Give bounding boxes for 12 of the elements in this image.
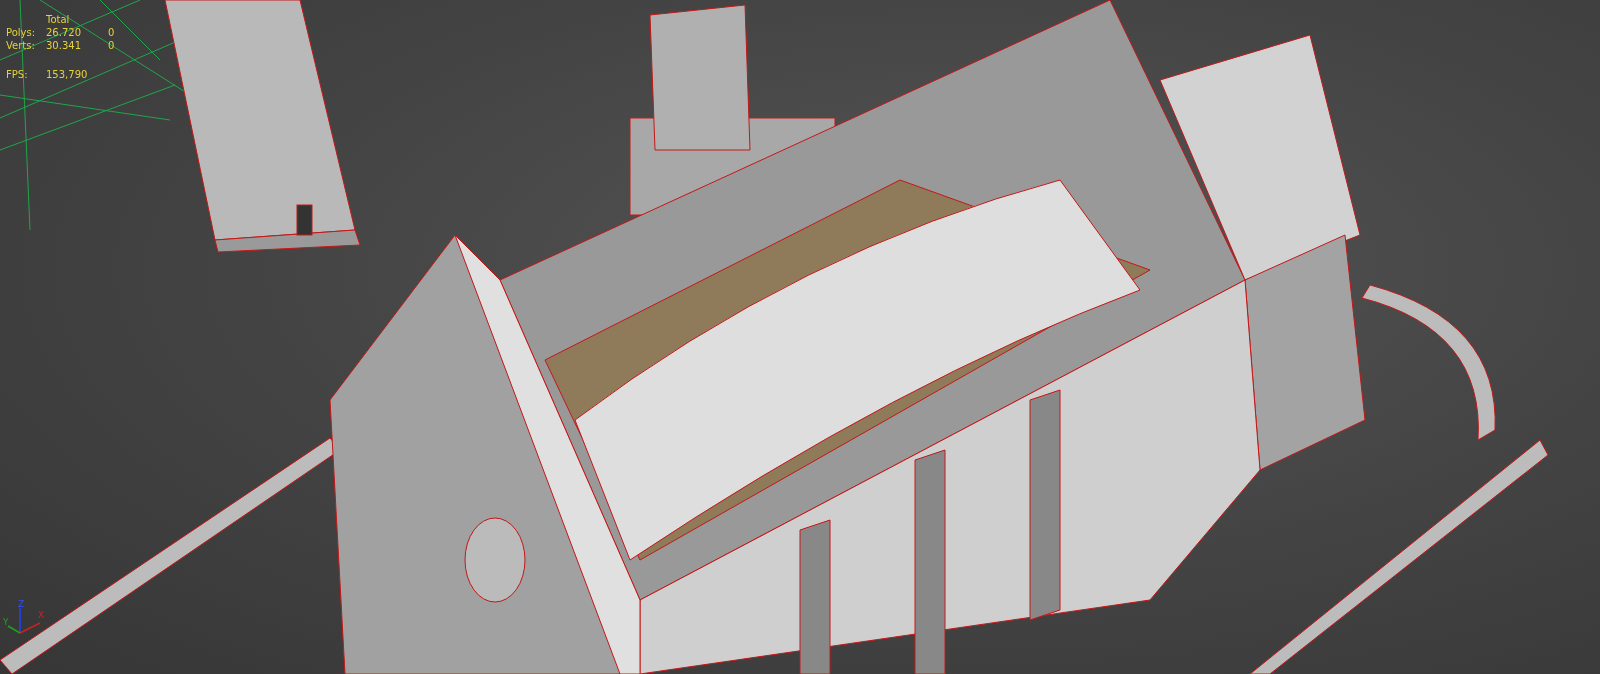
stats-label: Verts: xyxy=(6,40,36,51)
fps-label: FPS: xyxy=(6,69,29,80)
axis-label: Y xyxy=(3,617,9,627)
stats-selection-value: 0 xyxy=(108,40,116,51)
axis-label: X xyxy=(38,610,45,620)
fps-value: 153,790 xyxy=(46,69,89,80)
stats-total-value: 30.341 xyxy=(46,40,82,51)
stats-column-header: Total xyxy=(46,14,71,25)
stats-selection-value: 0 xyxy=(108,27,116,38)
axis-label: Z xyxy=(18,599,25,609)
stats-total-value: 26.720 xyxy=(46,27,82,38)
stats-label: Polys: xyxy=(6,27,37,38)
